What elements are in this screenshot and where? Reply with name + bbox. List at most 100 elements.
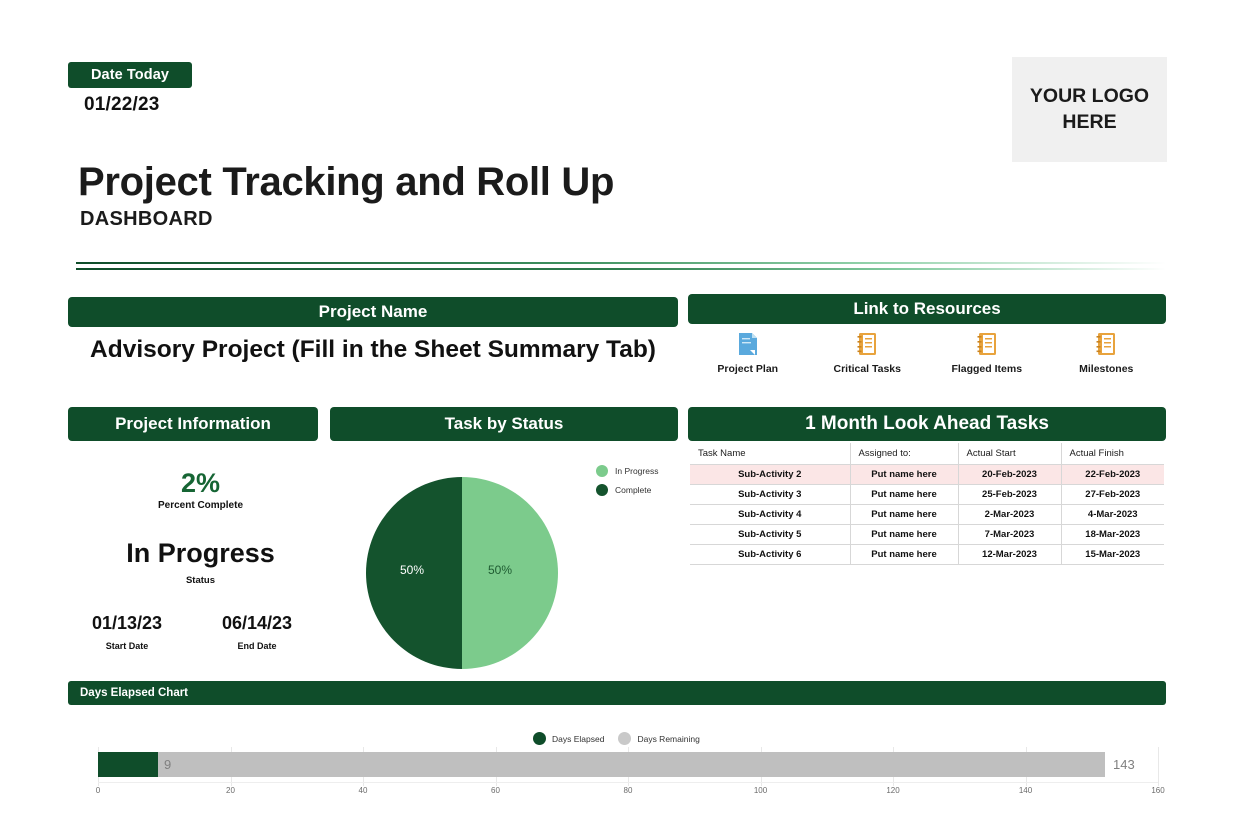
legend-swatch-icon <box>596 484 608 496</box>
cell-task-name: Sub-Activity 6 <box>690 544 851 565</box>
axis-line <box>98 782 1158 783</box>
table-row[interactable]: Sub-Activity 4 Put name here 2-Mar-2023 … <box>690 504 1164 525</box>
link-to-resources-heading-label: Link to Resources <box>853 299 1001 318</box>
project-name-header: Project Name <box>68 297 678 327</box>
cell-actual-finish: 18-Mar-2023 <box>1061 524 1164 545</box>
cell-actual-finish: 27-Feb-2023 <box>1061 484 1164 505</box>
resource-link-flagged-items[interactable]: Flagged Items <box>927 332 1047 375</box>
notebook-icon <box>976 332 998 356</box>
x-tick-label: 100 <box>753 786 768 795</box>
cell-actual-start: 25-Feb-2023 <box>958 484 1062 505</box>
task-by-status-pie-chart: 50% 50% <box>366 477 558 669</box>
x-tick-label: 140 <box>1018 786 1033 795</box>
end-date-value: 06/14/23 <box>221 613 293 633</box>
page-title: Project Tracking and Roll Up <box>78 160 615 204</box>
status-label: Status <box>185 575 216 586</box>
x-tick-label: 40 <box>358 786 368 795</box>
days-elapsed-x-axis: 0 20 40 60 80 100 120 140 160 <box>95 782 1165 804</box>
resource-link-label: Milestones <box>1079 363 1134 375</box>
date-today-value: 01/22/23 <box>84 94 160 115</box>
x-tick-label: 0 <box>95 786 101 795</box>
days-elapsed-plot: 9 143 <box>98 747 1159 786</box>
percent-complete-value: 2% <box>180 468 221 498</box>
pie-legend: In Progress Complete <box>596 465 658 503</box>
header-divider <box>76 262 1166 274</box>
end-date-label: End Date <box>237 641 277 651</box>
look-ahead-header: 1 Month Look Ahead Tasks <box>688 407 1166 441</box>
look-ahead-heading-label: 1 Month Look Ahead Tasks <box>805 413 1049 434</box>
pie-label-complete: 50% <box>400 563 425 577</box>
column-header-actual-start: Actual Start <box>958 443 1062 465</box>
link-to-resources-header: Link to Resources <box>688 294 1166 324</box>
resource-link-label: Critical Tasks <box>833 363 901 375</box>
cell-actual-start: 20-Feb-2023 <box>958 464 1062 485</box>
start-date-label: Start Date <box>105 641 149 651</box>
table-row[interactable]: Sub-Activity 3 Put name here 25-Feb-2023… <box>690 484 1164 505</box>
x-tick-label: 20 <box>226 786 235 795</box>
cell-actual-finish: 4-Mar-2023 <box>1061 504 1164 525</box>
table-row[interactable]: Sub-Activity 2 Put name here 20-Feb-2023… <box>690 464 1164 485</box>
cell-assigned-to: Put name here <box>850 464 959 485</box>
project-name-value: Advisory Project (Fill in the Sheet Summ… <box>90 336 656 363</box>
table-header-row: Task Name Assigned to: Actual Start Actu… <box>690 443 1164 465</box>
project-information-heading-label: Project Information <box>115 414 271 433</box>
days-elapsed-legend: Days Elapsed Days Remaining <box>533 732 714 745</box>
resource-link-milestones[interactable]: Milestones <box>1047 332 1167 375</box>
table-row[interactable]: Sub-Activity 5 Put name here 7-Mar-2023 … <box>690 524 1164 545</box>
cell-assigned-to: Put name here <box>850 504 959 525</box>
date-today-label: Date Today <box>90 67 170 83</box>
x-tick-label: 80 <box>623 786 633 795</box>
column-header-assigned-to: Assigned to: <box>850 443 959 465</box>
resource-link-label: Flagged Items <box>951 363 1023 375</box>
cell-task-name: Sub-Activity 5 <box>690 524 851 545</box>
bar-value-days-remaining: 143 <box>1113 757 1135 772</box>
project-name-heading-label: Project Name <box>318 302 428 321</box>
cell-actual-start: 2-Mar-2023 <box>958 504 1062 525</box>
cell-task-name: Sub-Activity 2 <box>690 464 851 485</box>
divider-line-bottom <box>76 268 1166 270</box>
column-header-task-name: Task Name <box>690 443 851 465</box>
document-icon <box>737 332 759 356</box>
pie-legend-item-complete: Complete <box>596 484 658 496</box>
pie-legend-item-in-progress: In Progress <box>596 465 658 477</box>
logo-text: YOUR LOGO HERE <box>1029 85 1150 133</box>
status-value: In Progress <box>126 538 275 568</box>
percent-complete-label: Percent Complete <box>157 500 244 511</box>
legend-swatch-icon <box>533 732 546 745</box>
task-by-status-heading-label: Task by Status <box>444 414 564 433</box>
table-row[interactable]: Sub-Activity 6 Put name here 12-Mar-2023… <box>690 544 1164 565</box>
days-remaining-legend-label: Days Remaining <box>637 733 700 744</box>
days-elapsed-heading-label: Days Elapsed Chart <box>80 687 189 699</box>
dashboard-page: Date Today 01/22/23 YOUR LOGO HERE Proje… <box>0 0 1241 827</box>
cell-actual-finish: 15-Mar-2023 <box>1061 544 1164 565</box>
bar-value-days-elapsed: 9 <box>164 757 172 772</box>
cell-actual-start: 7-Mar-2023 <box>958 524 1062 545</box>
x-tick-label: 60 <box>491 786 500 795</box>
bar-segment-days-elapsed <box>98 752 158 777</box>
cell-task-name: Sub-Activity 4 <box>690 504 851 525</box>
logo-placeholder: YOUR LOGO HERE <box>1012 57 1167 162</box>
resource-links: Project Plan Critical Tasks Flagged Item… <box>688 332 1166 375</box>
project-information-header: Project Information <box>68 407 318 441</box>
look-ahead-table: Task Name Assigned to: Actual Start Actu… <box>690 443 1164 565</box>
notebook-icon <box>856 332 878 356</box>
page-subtitle: DASHBOARD <box>80 208 213 230</box>
cell-assigned-to: Put name here <box>850 544 959 565</box>
resource-link-project-plan[interactable]: Project Plan <box>688 332 808 375</box>
x-tick-label: 120 <box>886 786 900 795</box>
stacked-bar <box>98 752 1105 777</box>
start-date-value: 01/13/23 <box>91 613 163 633</box>
x-tick-label: 160 <box>1151 786 1165 795</box>
cell-assigned-to: Put name here <box>850 524 959 545</box>
cell-assigned-to: Put name here <box>850 484 959 505</box>
days-elapsed-legend-label: Days Elapsed <box>552 733 605 744</box>
legend-swatch-icon <box>618 732 632 745</box>
pie-slices <box>366 477 558 669</box>
task-by-status-header: Task by Status <box>330 407 678 441</box>
date-today-badge: Date Today <box>68 62 192 88</box>
notebook-icon <box>1095 332 1117 356</box>
cell-actual-start: 12-Mar-2023 <box>958 544 1062 565</box>
resource-link-critical-tasks[interactable]: Critical Tasks <box>808 332 928 375</box>
column-header-actual-finish: Actual Finish <box>1061 443 1164 465</box>
divider-line-top <box>76 262 1166 264</box>
